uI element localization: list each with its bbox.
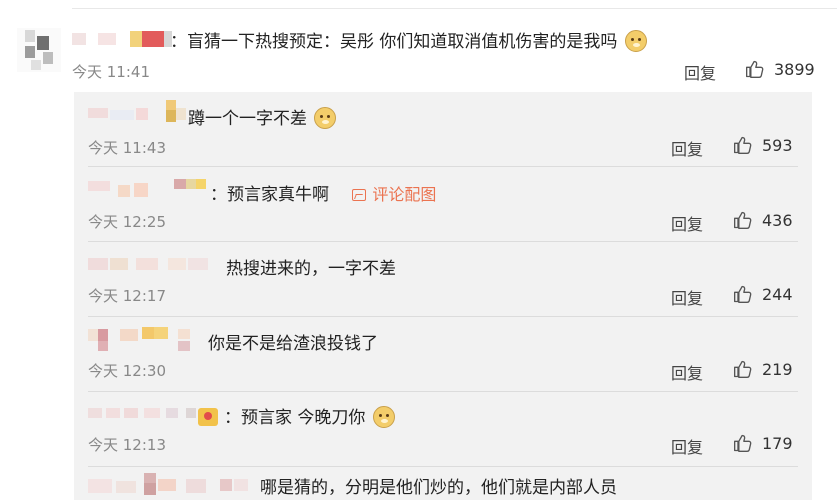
username-blurred[interactable] (88, 402, 198, 422)
reply-time: 今天 11:43 (88, 139, 166, 157)
reply-text: 哪是猜的，分明是他们炒的，他们就是内部人员 (260, 478, 617, 498)
reply-button[interactable]: 回复 (671, 136, 703, 160)
reply-text: 热搜进来的，一字不差 (226, 259, 396, 279)
doge-emoji-icon (372, 406, 395, 428)
replies-panel: 蹲一个一字不差 今天 11:43 回复 593 ：预言家真牛啊 评论配图 今天 … (74, 92, 812, 500)
thumbs-up-icon (734, 285, 752, 303)
username-blurred[interactable] (88, 254, 218, 274)
reply-button[interactable]: 回复 (671, 434, 703, 458)
like-count: 219 (762, 359, 793, 379)
like-button[interactable]: 436 (733, 210, 793, 230)
reply-button[interactable]: 回复 (671, 285, 703, 309)
divider (72, 8, 837, 9)
reply-item: 热搜进来的，一字不差 今天 12:17 回复 244 (74, 242, 812, 317)
image-link[interactable]: 评论配图 (352, 185, 436, 204)
reply-button[interactable]: 回复 (671, 211, 703, 235)
username-blurred[interactable] (88, 473, 258, 495)
username-blurred[interactable] (88, 100, 188, 122)
comment-body: ：盲猜一下热搜预定：吴彤 你们知道取消值机伤害的是我吗 (170, 32, 618, 52)
comment-thread: ：盲猜一下热搜预定：吴彤 你们知道取消值机伤害的是我吗 今天 11:41 回复 … (0, 0, 837, 500)
like-count: 179 (762, 433, 793, 453)
reply-item: ：预言家 今晚刀你 今天 12:13 回复 179 (74, 392, 812, 467)
reply-item: ：预言家真牛啊 评论配图 今天 12:25 回复 436 (74, 167, 812, 242)
reply-item: 哪是猜的，分明是他们炒的，他们就是内部人员 (74, 467, 812, 500)
thumbs-up-icon (734, 211, 752, 229)
reply-text: 蹲一个一字不差 (188, 104, 337, 129)
like-button[interactable]: 179 (733, 433, 793, 453)
like-count: 436 (762, 210, 793, 230)
reply-button[interactable]: 回复 (671, 360, 703, 384)
comment-text: ：盲猜一下热搜预定：吴彤 你们知道取消值机伤害的是我吗 (170, 27, 647, 52)
username-blurred[interactable] (72, 29, 172, 49)
doge-emoji-icon (314, 107, 337, 129)
reply-text: ：预言家真牛啊 评论配图 (210, 185, 437, 205)
crown-badge-icon (198, 408, 218, 426)
reply-text: ：预言家 今晚刀你 (198, 403, 395, 428)
thumbs-up-icon (734, 360, 752, 378)
reply-time: 今天 12:30 (88, 362, 166, 380)
username-blurred[interactable] (88, 325, 198, 351)
reply-time: 今天 12:13 (88, 436, 166, 454)
like-count: 593 (762, 135, 793, 155)
username-blurred[interactable] (88, 177, 208, 197)
reply-item: 蹲一个一字不差 今天 11:43 回复 593 (74, 92, 812, 167)
like-button[interactable]: 244 (733, 284, 793, 304)
comment-time: 今天 11:41 (72, 63, 150, 81)
like-count: 244 (762, 284, 793, 304)
like-count: 3899 (774, 59, 815, 79)
doge-emoji-icon (624, 30, 647, 52)
reply-text: 你是不是给渣浪投钱了 (208, 334, 378, 354)
avatar[interactable] (17, 28, 61, 72)
image-icon (352, 189, 367, 201)
reply-time: 今天 12:17 (88, 287, 166, 305)
thumbs-up-icon (734, 434, 752, 452)
like-button[interactable]: 3899 (745, 59, 815, 79)
thumbs-up-icon (746, 60, 764, 79)
like-button[interactable]: 219 (733, 359, 793, 379)
like-button[interactable]: 593 (733, 135, 793, 155)
thumbs-up-icon (734, 136, 752, 154)
reply-button[interactable]: 回复 (684, 60, 716, 84)
reply-time: 今天 12:25 (88, 213, 166, 231)
reply-item: 你是不是给渣浪投钱了 今天 12:30 回复 219 (74, 317, 812, 392)
